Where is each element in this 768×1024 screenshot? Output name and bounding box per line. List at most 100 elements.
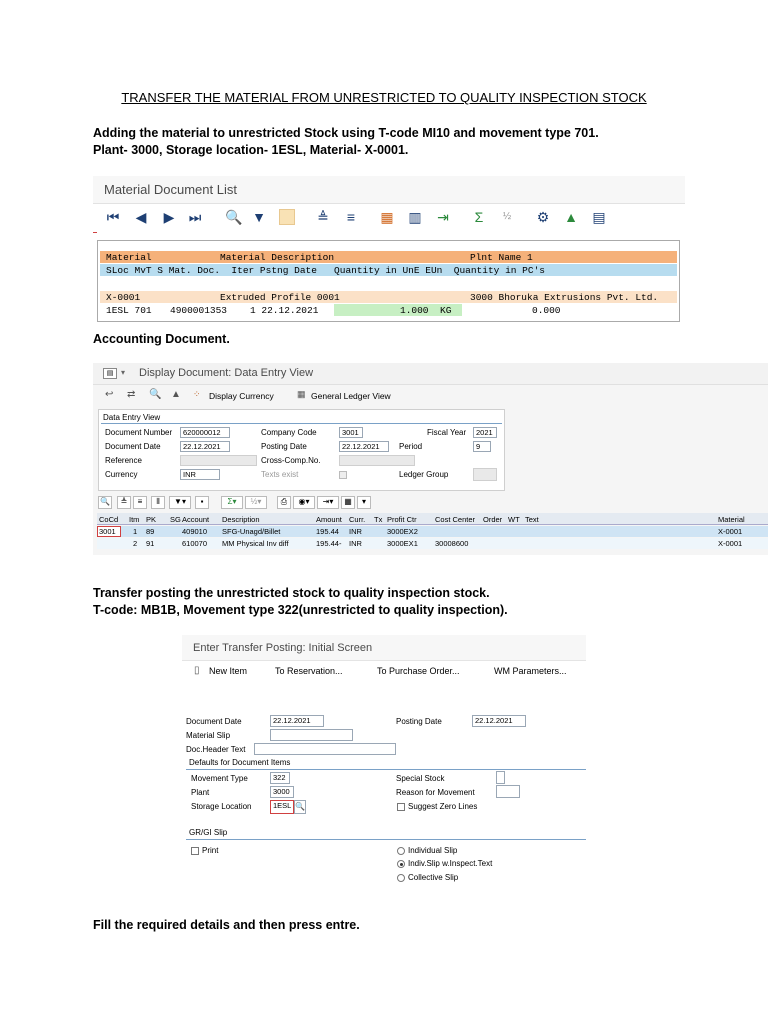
- document-title: TRANSFER THE MATERIAL FROM UNRESTRICTED …: [121, 90, 647, 105]
- settings-icon[interactable]: ⚙: [535, 209, 551, 225]
- individual-slip-radio[interactable]: [397, 847, 405, 855]
- storage-location-field[interactable]: 1ESL: [270, 800, 294, 814]
- find-icon[interactable]: ⫴: [151, 496, 165, 509]
- movement-type-label: Movement Type: [191, 774, 248, 783]
- material-document-list-screenshot: Material Document List ⏮ ◀ ▶ ⏭ 🔍 ▼ ≜ ≡ ▦…: [93, 176, 685, 324]
- clear-icon[interactable]: ▪: [195, 496, 209, 509]
- filter-icon[interactable]: ▼▾: [169, 496, 191, 509]
- accounting-label: Accounting Document.: [93, 332, 230, 346]
- header-row-1: Material Material Description Plnt Name …: [100, 251, 677, 263]
- period-field: 9: [473, 441, 491, 452]
- indiv-slip-inspect-label: Indiv.Slip w.Inspect.Text: [408, 859, 493, 868]
- collective-slip-radio[interactable]: [397, 874, 405, 882]
- blank-icon[interactable]: [279, 209, 295, 225]
- grgi-slip-section-title: GR/GI Slip: [189, 828, 228, 837]
- sort-ascending-icon[interactable]: ≜: [315, 209, 331, 225]
- layout-icon[interactable]: ▦: [341, 496, 355, 509]
- document-date-label: Document Date: [186, 717, 242, 726]
- details-icon[interactable]: 🔍: [225, 209, 242, 225]
- grid-icon[interactable]: ▤: [591, 209, 607, 225]
- switch-icon[interactable]: ⇄: [127, 389, 135, 400]
- transfer-line-1: Transfer posting the unrestricted stock …: [93, 586, 490, 600]
- cross-comp-field: [339, 455, 415, 466]
- details-icon[interactable]: 🔍: [98, 496, 112, 509]
- currency-field: INR: [180, 469, 220, 480]
- plant-label: Plant: [191, 788, 210, 797]
- table-row[interactable]: 2 91 610070 MM Physical Inv diff 195.44-…: [97, 538, 768, 549]
- transfer-line-2: T-code: MB1B, Movement type 322(unrestri…: [93, 603, 508, 617]
- subtotal-icon[interactable]: ½▾: [245, 496, 267, 509]
- cross-comp-label: Cross-Comp.No.: [261, 456, 321, 465]
- material-slip-field[interactable]: [270, 729, 353, 741]
- menu-icon[interactable]: ▤: [103, 368, 117, 379]
- texts-exist-checkbox[interactable]: [339, 471, 347, 479]
- next-page-icon[interactable]: ▶: [161, 209, 177, 225]
- display-currency-button[interactable]: Display Currency: [209, 391, 274, 401]
- document-date-field[interactable]: 22.12.2021: [270, 715, 324, 727]
- wm-parameters-button[interactable]: WM Parameters...: [494, 666, 567, 676]
- special-stock-label: Special Stock: [396, 774, 445, 783]
- intro-line-1: Adding the material to unrestricted Stoc…: [93, 126, 599, 140]
- individual-slip-label: Individual Slip: [408, 846, 458, 855]
- fiscal-year-label: Fiscal Year: [427, 428, 467, 437]
- plant-field[interactable]: 3000: [270, 786, 294, 798]
- company-code-label: Company Code: [261, 428, 317, 437]
- to-purchase-order-button[interactable]: To Purchase Order...: [377, 666, 460, 676]
- collective-slip-label: Collective Slip: [408, 873, 459, 882]
- indiv-slip-inspect-radio[interactable]: [397, 860, 405, 868]
- data-row-1[interactable]: X-0001 Extruded Profile 0001 3000 Bhoruk…: [100, 291, 677, 303]
- ledger-group-field: [473, 468, 497, 481]
- special-stock-field[interactable]: [496, 771, 505, 784]
- print-checkbox[interactable]: [191, 847, 199, 855]
- storage-location-label: Storage Location: [191, 802, 252, 811]
- new-item-button[interactable]: New Item: [209, 666, 247, 676]
- sort-descending-icon[interactable]: ≡: [343, 209, 359, 225]
- sum-icon[interactable]: Σ: [471, 209, 487, 225]
- company-code-field: 3001: [339, 427, 363, 438]
- posting-date-label: Posting Date: [396, 717, 442, 726]
- sort-descending-icon[interactable]: ≡: [133, 496, 147, 509]
- posting-date-field[interactable]: 22.12.2021: [472, 715, 526, 727]
- search-icon[interactable]: 🔍: [149, 389, 161, 400]
- previous-page-icon[interactable]: ◀: [133, 209, 149, 225]
- reason-for-movement-field[interactable]: [496, 785, 520, 798]
- window-title: Enter Transfer Posting: Initial Screen: [193, 642, 373, 654]
- data-row-2[interactable]: 1ESL 701 4900001353 1 22.12.2021 1.000 K…: [100, 304, 677, 316]
- first-page-icon[interactable]: ⏮: [105, 209, 121, 225]
- last-page-icon[interactable]: ⏭: [187, 209, 203, 225]
- print-icon[interactable]: ⎙: [277, 496, 291, 509]
- sum-icon[interactable]: Σ▾: [221, 496, 243, 509]
- ledger-group-label: Ledger Group: [399, 470, 449, 479]
- subtotal-icon[interactable]: ½: [499, 209, 515, 225]
- posting-date-field: 22.12.2021: [339, 441, 389, 452]
- sort-ascending-icon[interactable]: ≜: [117, 496, 131, 509]
- filter-icon[interactable]: ▼: [251, 209, 267, 225]
- toolbar: ↩ ⇄ 🔍 ▲ ⁘ Display Currency ▦ General Led…: [93, 385, 768, 405]
- spreadsheet-icon[interactable]: ▥: [407, 209, 423, 225]
- defaults-section-title: Defaults for Document Items: [189, 758, 291, 767]
- chart-icon[interactable]: ▲: [563, 209, 579, 225]
- to-reservation-button[interactable]: To Reservation...: [275, 666, 343, 676]
- export-icon[interactable]: ⇥▾: [317, 496, 339, 509]
- view-icon[interactable]: ◉▾: [293, 496, 315, 509]
- layout-icon[interactable]: ▦: [379, 209, 395, 225]
- ledger-icon[interactable]: ▦: [297, 389, 306, 400]
- header-row-2: SLoc MvT S Mat. Doc. Iter Pstng Date Qua…: [100, 264, 677, 276]
- table-row[interactable]: 3001 1 89 409010 SFG-Unagd/Billet 195.44…: [97, 526, 768, 537]
- export-icon[interactable]: ⇥: [435, 209, 451, 225]
- doc-header-text-field[interactable]: [254, 743, 396, 755]
- general-ledger-view-button[interactable]: General Ledger View: [311, 391, 391, 401]
- dropdown-icon[interactable]: ▾: [121, 368, 125, 377]
- toolbar: ⏮ ◀ ▶ ⏭ 🔍 ▼ ≜ ≡ ▦ ▥ ⇥ Σ ½ ⚙ ▲ ▤: [93, 204, 685, 232]
- movement-type-field[interactable]: 322: [270, 772, 290, 784]
- currency-icon[interactable]: ⁘: [193, 389, 201, 400]
- display-document-screenshot: ▤ ▾ Display Document: Data Entry View ↩ …: [93, 363, 768, 555]
- hat-icon[interactable]: ▲: [171, 389, 181, 400]
- suggest-zero-lines-checkbox[interactable]: [397, 803, 405, 811]
- value-help-icon[interactable]: 🔍: [294, 800, 306, 814]
- layout-select-icon[interactable]: ▾: [357, 496, 371, 509]
- document-number-field: 620000012: [180, 427, 230, 438]
- back-icon[interactable]: ↩: [105, 389, 113, 400]
- posting-date-label: Posting Date: [261, 442, 307, 451]
- document-date-label: Document Date: [105, 442, 161, 451]
